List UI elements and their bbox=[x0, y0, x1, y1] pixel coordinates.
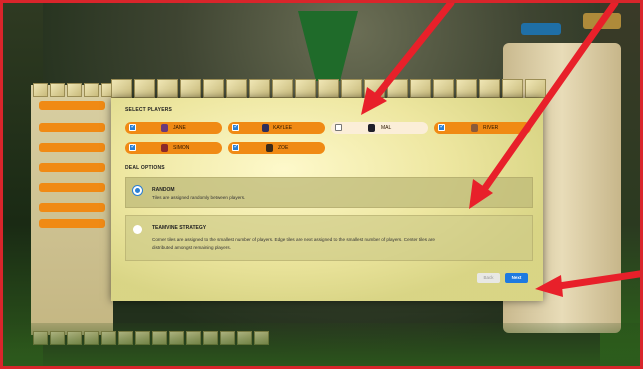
screenshot-frame: SELECT PLAYERS JANE KAYLEE MAL RIVER SIM… bbox=[0, 0, 643, 369]
annotation-arrows bbox=[361, 3, 640, 297]
arrow-to-next-icon bbox=[535, 270, 640, 297]
arrow-to-mal-icon bbox=[361, 3, 455, 115]
arrow-to-options-icon bbox=[469, 3, 619, 209]
